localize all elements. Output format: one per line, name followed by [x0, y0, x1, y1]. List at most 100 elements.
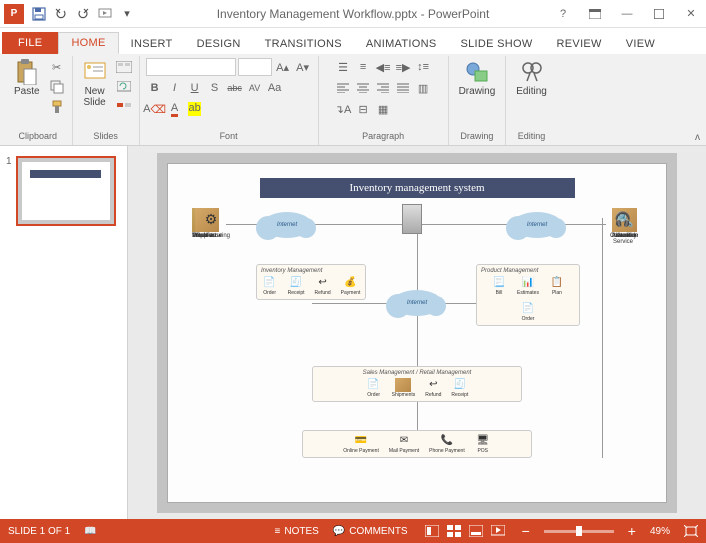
box-sales-mgmt: Sales Management / Retail Management 📄Or… — [312, 366, 522, 402]
text-direction-icon[interactable]: ↴A — [334, 100, 352, 118]
highlight-icon[interactable]: ab — [186, 100, 204, 118]
slide[interactable]: Inventory management system Products 🏭Su… — [167, 163, 667, 503]
reading-view-icon[interactable] — [466, 523, 486, 539]
window-title: Inventory Management Workflow.pptx - Pow… — [217, 7, 490, 21]
paste-icon — [15, 60, 39, 84]
workspace: 1 Inventory management system Products 🏭… — [0, 146, 706, 519]
app-icon: P — [4, 4, 24, 24]
section-icon[interactable] — [115, 98, 133, 116]
redo-icon[interactable] — [74, 5, 92, 23]
shapes-icon — [465, 60, 489, 84]
receipt2-icon: 🧾 — [452, 378, 468, 392]
node-server — [402, 204, 422, 235]
close-icon[interactable]: ✕ — [676, 3, 706, 25]
normal-view-icon[interactable] — [422, 523, 442, 539]
align-center-icon[interactable] — [354, 79, 372, 97]
italic-button[interactable]: I — [166, 79, 184, 97]
order2-icon: 📄 — [366, 378, 382, 392]
comments-button[interactable]: 💬 COMMENTS — [333, 526, 408, 537]
undo-icon[interactable] — [52, 5, 70, 23]
receipt-icon: 🧾 — [288, 276, 304, 290]
start-slideshow-icon[interactable] — [96, 5, 114, 23]
format-painter-icon[interactable] — [48, 98, 66, 116]
change-case-icon[interactable]: Aa — [266, 79, 284, 97]
font-color-icon[interactable]: A — [166, 100, 184, 118]
group-editing: Editing Editing — [506, 56, 557, 145]
tab-design[interactable]: DESIGN — [185, 34, 253, 54]
group-slides: New Slide Slides — [73, 56, 140, 145]
tab-file[interactable]: FILE — [2, 32, 58, 54]
bullets-icon[interactable]: ☰ — [334, 58, 352, 76]
shadow-button[interactable]: S — [206, 79, 224, 97]
zoom-slider[interactable] — [544, 530, 614, 533]
zoom-out-button[interactable]: − — [522, 523, 530, 539]
decrease-font-icon[interactable]: A▾ — [294, 58, 312, 76]
group-paragraph: ☰ ≡ ◀≡ ≡▶ ↕≡ ▥ ↴A ⊟ ▦ Paragraph — [319, 56, 449, 145]
help-icon[interactable]: ? — [548, 3, 578, 25]
tab-home[interactable]: HOME — [58, 32, 118, 54]
ribbon-display-icon[interactable] — [580, 3, 610, 25]
slide-thumbnail[interactable]: 1 — [6, 156, 121, 226]
mail-pay-icon: ✉ — [396, 434, 412, 448]
thumbnail-number: 1 — [6, 156, 12, 226]
line-spacing-icon[interactable]: ↕≡ — [414, 58, 432, 76]
drawing-button[interactable]: Drawing — [455, 58, 500, 99]
align-left-icon[interactable] — [334, 79, 352, 97]
minimize-icon[interactable]: — — [612, 3, 642, 25]
status-bar: SLIDE 1 OF 1 📖 ≡ NOTES 💬 COMMENTS − + 49… — [0, 519, 706, 543]
editing-button[interactable]: Editing — [512, 58, 551, 99]
copy-icon[interactable] — [48, 78, 66, 96]
new-slide-button[interactable]: New Slide — [79, 58, 111, 110]
refund-icon: ↩ — [315, 276, 331, 290]
online-pay-icon: 💳 — [353, 434, 369, 448]
tab-transitions[interactable]: TRANSITIONS — [253, 34, 354, 54]
strike-button[interactable]: abc — [226, 79, 244, 97]
cut-icon[interactable]: ✂ — [48, 58, 66, 76]
numbering-icon[interactable]: ≡ — [354, 58, 372, 76]
ribbon: Paste ✂ Clipboard New Slide Slides — [0, 54, 706, 146]
slide-canvas-area[interactable]: Inventory management system Products 🏭Su… — [128, 146, 706, 519]
fit-window-icon[interactable] — [684, 525, 698, 537]
qat-dropdown-icon[interactable]: ▾ — [118, 5, 136, 23]
group-font: A▴ A▾ B I U S abc AV Aa A⌫ A ab Font — [140, 56, 319, 145]
paste-button[interactable]: Paste — [10, 58, 44, 99]
tab-slideshow[interactable]: SLIDE SHOW — [448, 34, 544, 54]
align-right-icon[interactable] — [374, 79, 392, 97]
spellcheck-icon[interactable]: 📖 — [84, 526, 96, 537]
tab-animations[interactable]: ANIMATIONS — [354, 34, 449, 54]
shipment-icon — [395, 378, 411, 392]
font-family-select[interactable] — [146, 58, 236, 76]
diagram: Products 🏭Supplier 👔Sales Warehouse ⚙Man… — [192, 208, 642, 488]
node-customer-service: 🎧Customer Service — [604, 208, 642, 245]
align-text-icon[interactable]: ⊟ — [354, 100, 372, 118]
increase-indent-icon[interactable]: ≡▶ — [394, 58, 412, 76]
sorter-view-icon[interactable] — [444, 523, 464, 539]
tab-insert[interactable]: INSERT — [119, 34, 185, 54]
zoom-level[interactable]: 49% — [650, 526, 670, 537]
new-slide-label: New Slide — [83, 86, 105, 108]
collapse-ribbon-icon[interactable]: ᴧ — [695, 132, 700, 143]
font-size-select[interactable] — [238, 58, 272, 76]
estimate-icon: 📊 — [520, 276, 536, 290]
box-product-mgmt: Product Management 📃Bill 📊Estimates 📋Pla… — [476, 264, 580, 326]
spacing-button[interactable]: AV — [246, 79, 264, 97]
slide-title-banner: Inventory management system — [260, 178, 575, 198]
slideshow-view-icon[interactable] — [488, 523, 508, 539]
tab-review[interactable]: REVIEW — [545, 34, 614, 54]
columns-icon[interactable]: ▥ — [414, 79, 432, 97]
tab-view[interactable]: VIEW — [614, 34, 667, 54]
reset-icon[interactable] — [115, 78, 133, 96]
decrease-indent-icon[interactable]: ◀≡ — [374, 58, 392, 76]
save-icon[interactable] — [30, 5, 48, 23]
clear-format-icon[interactable]: A⌫ — [146, 100, 164, 118]
maximize-icon[interactable] — [644, 3, 674, 25]
zoom-in-button[interactable]: + — [628, 523, 636, 539]
notes-button[interactable]: ≡ NOTES — [275, 526, 319, 537]
smartart-icon[interactable]: ▦ — [374, 100, 392, 118]
underline-button[interactable]: U — [186, 79, 204, 97]
layout-icon[interactable] — [115, 58, 133, 76]
justify-icon[interactable] — [394, 79, 412, 97]
group-clipboard: Paste ✂ Clipboard — [4, 56, 73, 145]
increase-font-icon[interactable]: A▴ — [274, 58, 292, 76]
bold-button[interactable]: B — [146, 79, 164, 97]
